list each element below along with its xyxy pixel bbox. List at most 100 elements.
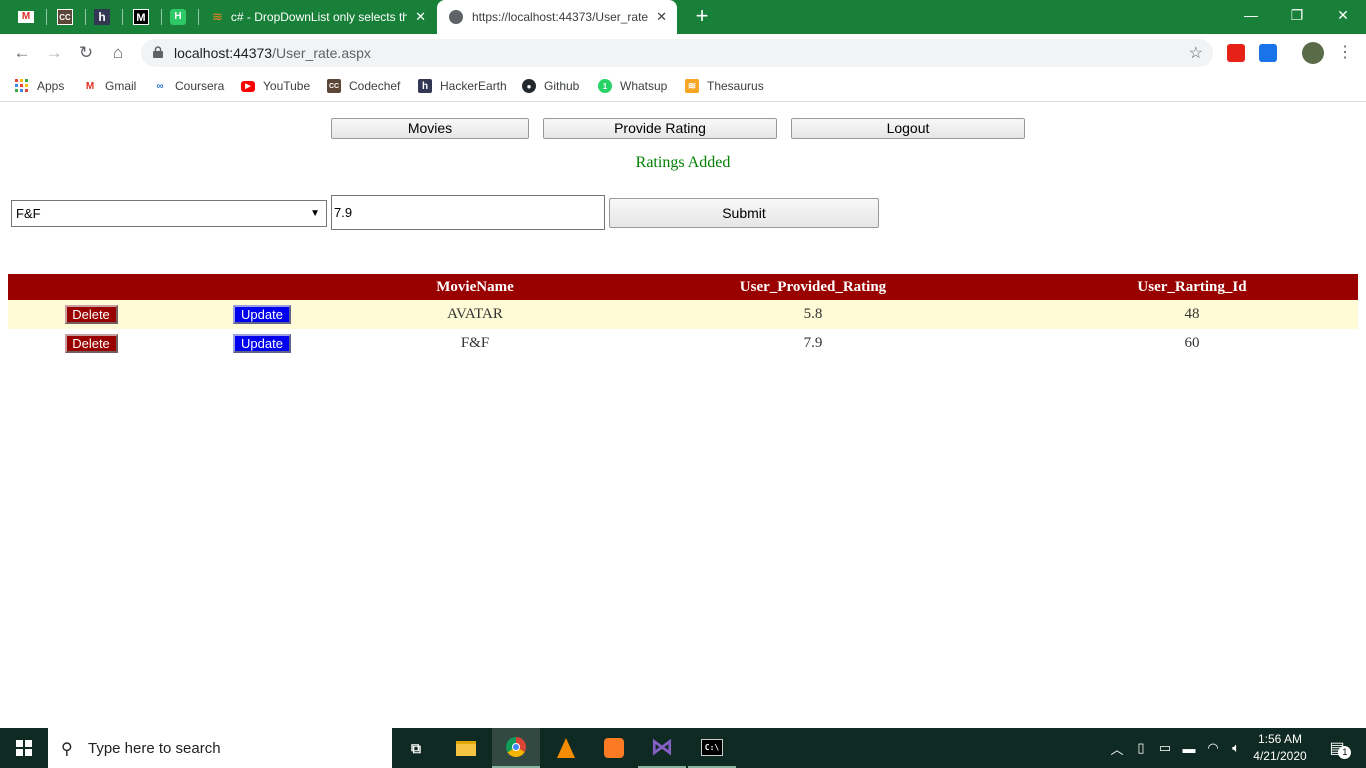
table-row: Delete Update AVATAR 5.8 48	[8, 300, 1358, 329]
rating-cell: 5.8	[600, 300, 1026, 329]
hackerrank-pinned-tab[interactable]: H	[167, 6, 189, 28]
chrome-icon	[506, 737, 526, 757]
clock-date: 4/21/2020	[1253, 749, 1307, 763]
hackerearth-pinned-tab[interactable]: h	[91, 6, 113, 28]
movie-name-cell: AVATAR	[350, 300, 600, 329]
codechef-pinned-tab[interactable]: CC	[54, 6, 76, 28]
update-cell: Update	[174, 329, 350, 358]
bookmark-gmail[interactable]: M Gmail	[83, 76, 137, 96]
taskbar-xampp[interactable]	[590, 728, 638, 768]
restore-button[interactable]: ❐	[1282, 4, 1312, 26]
bookmark-label: Thesaurus	[707, 79, 764, 93]
arrow-left-icon: ←	[13, 43, 31, 62]
bookmark-hackerearth[interactable]: h HackerEarth	[418, 76, 507, 96]
update-button[interactable]: Update	[233, 305, 291, 324]
bookmark-label: Apps	[37, 79, 65, 93]
task-view-icon: ⧉	[411, 739, 421, 756]
browser-menu-button[interactable]: ⋮	[1332, 40, 1358, 66]
wifi-icon[interactable]: ◠	[1203, 728, 1223, 768]
page-content: Movies Provide Rating Logout Ratings Add…	[0, 103, 1366, 728]
bookmark-whatsup[interactable]: 1 Whatsup	[598, 76, 667, 96]
youtube-extension-icon[interactable]	[1227, 44, 1245, 62]
bookmark-label: Whatsup	[620, 79, 668, 93]
lock-icon	[153, 46, 163, 58]
taskbar-search[interactable]: ⚲ Type here to search	[48, 728, 392, 768]
submit-button[interactable]: Submit	[609, 198, 879, 228]
taskbar-vlc[interactable]	[542, 728, 590, 768]
bookmark-youtube[interactable]: ▶ YouTube	[241, 76, 310, 96]
movies-button[interactable]: Movies	[331, 118, 529, 139]
header-rating-id: User_Rarting_Id	[1026, 274, 1358, 300]
tab-stackoverflow[interactable]: ≋ c# - DropDownList only selects th ✕	[200, 0, 436, 34]
browser-tab-strip: M CC h M H ≋ c# - DropDownList only sele…	[0, 0, 1366, 34]
usb-tray-icon[interactable]: ▯	[1132, 728, 1150, 768]
bookmark-thesaurus[interactable]: ≋ Thesaurus	[685, 76, 764, 96]
bookmark-apps[interactable]: Apps	[15, 76, 64, 96]
github-icon: ●	[522, 79, 536, 93]
delete-cell: Delete	[8, 329, 174, 358]
taskbar-file-explorer[interactable]	[442, 728, 490, 768]
notification-count-badge: 1	[1338, 746, 1352, 759]
hackerearth-icon: h	[94, 9, 110, 25]
xampp-icon	[604, 738, 624, 758]
profile-avatar[interactable]	[1302, 42, 1324, 64]
tab-close-icon[interactable]: ✕	[415, 9, 426, 25]
logout-button[interactable]: Logout	[791, 118, 1025, 139]
bookmark-codechef[interactable]: CC Codechef	[327, 76, 400, 96]
rating-cell: 7.9	[600, 329, 1026, 358]
whatsapp-icon: 1	[598, 79, 612, 93]
delete-button[interactable]: Delete	[64, 334, 118, 353]
bookmark-coursera[interactable]: ∞ Coursera	[153, 76, 224, 96]
gmail-pinned-tab[interactable]: M	[15, 6, 37, 28]
movie-name-cell: F&F	[350, 329, 600, 358]
thesaurus-icon: ≋	[685, 79, 699, 93]
bookmark-github[interactable]: ● Github	[522, 76, 579, 96]
rating-input[interactable]: 7.9	[331, 195, 605, 230]
header-moviename: MovieName	[350, 274, 600, 300]
header-delete	[8, 274, 174, 300]
taskbar-chrome[interactable]	[492, 728, 540, 768]
forward-button[interactable]: →	[41, 40, 67, 66]
hackerrank-icon: H	[170, 9, 186, 25]
home-button[interactable]: ⌂	[105, 40, 131, 66]
movie-dropdown-value: F&F	[16, 206, 41, 221]
status-message: Ratings Added	[635, 154, 731, 171]
notification-center-button[interactable]: ▤ 1	[1322, 728, 1352, 768]
back-button[interactable]: ←	[9, 40, 35, 66]
update-button[interactable]: Update	[233, 334, 291, 353]
taskbar-command-prompt[interactable]: C:\	[688, 728, 736, 768]
close-window-button[interactable]: ✕	[1328, 4, 1358, 26]
folder-icon	[456, 740, 476, 756]
header-rating: User_Provided_Rating	[600, 274, 1026, 300]
download-extension-icon[interactable]	[1259, 44, 1277, 62]
windows-taskbar: ⚲ Type here to search ⧉ ⋈ C:\ ︿ ▯ ▭ ▬ ◠ …	[0, 728, 1366, 768]
network-device-tray-icon[interactable]: ▭	[1155, 728, 1175, 768]
show-hidden-icons-button[interactable]: ︿	[1108, 728, 1126, 768]
windows-logo-icon	[16, 740, 32, 756]
hackerearth-icon: h	[418, 79, 432, 93]
rating-id-cell: 60	[1026, 329, 1358, 358]
reload-icon: ↻	[78, 43, 94, 62]
medium-pinned-tab[interactable]: M	[130, 6, 152, 28]
tab-close-icon[interactable]: ✕	[656, 9, 667, 25]
address-bar[interactable]: localhost:44373/User_rate.aspx ☆	[141, 39, 1213, 67]
delete-button[interactable]: Delete	[64, 305, 118, 324]
task-view-button[interactable]: ⧉	[392, 728, 440, 768]
search-icon: ⚲	[61, 741, 73, 758]
ratings-grid: MovieName User_Provided_Rating User_Rart…	[8, 274, 1358, 358]
movie-dropdown[interactable]: F&F ▼	[11, 200, 327, 227]
volume-icon[interactable]: 🔈︎	[1226, 728, 1246, 768]
reload-button[interactable]: ↻	[73, 40, 99, 66]
taskbar-visual-studio[interactable]: ⋈	[638, 728, 686, 768]
battery-icon[interactable]: ▬	[1179, 728, 1199, 768]
bookmark-star-icon[interactable]: ☆	[1189, 43, 1203, 63]
minimize-button[interactable]: —	[1236, 4, 1266, 26]
cmd-icon: C:\	[701, 738, 723, 756]
taskbar-clock[interactable]: 1:56 AM 4/21/2020	[1246, 731, 1314, 765]
provide-rating-button[interactable]: Provide Rating	[543, 118, 777, 139]
url-path: /User_rate.aspx	[272, 45, 371, 61]
start-button[interactable]	[0, 728, 48, 768]
new-tab-button[interactable]: +	[690, 4, 714, 28]
rating-id-cell: 48	[1026, 300, 1358, 329]
tab-user-rate[interactable]: https://localhost:44373/User_rate ✕	[437, 0, 677, 34]
